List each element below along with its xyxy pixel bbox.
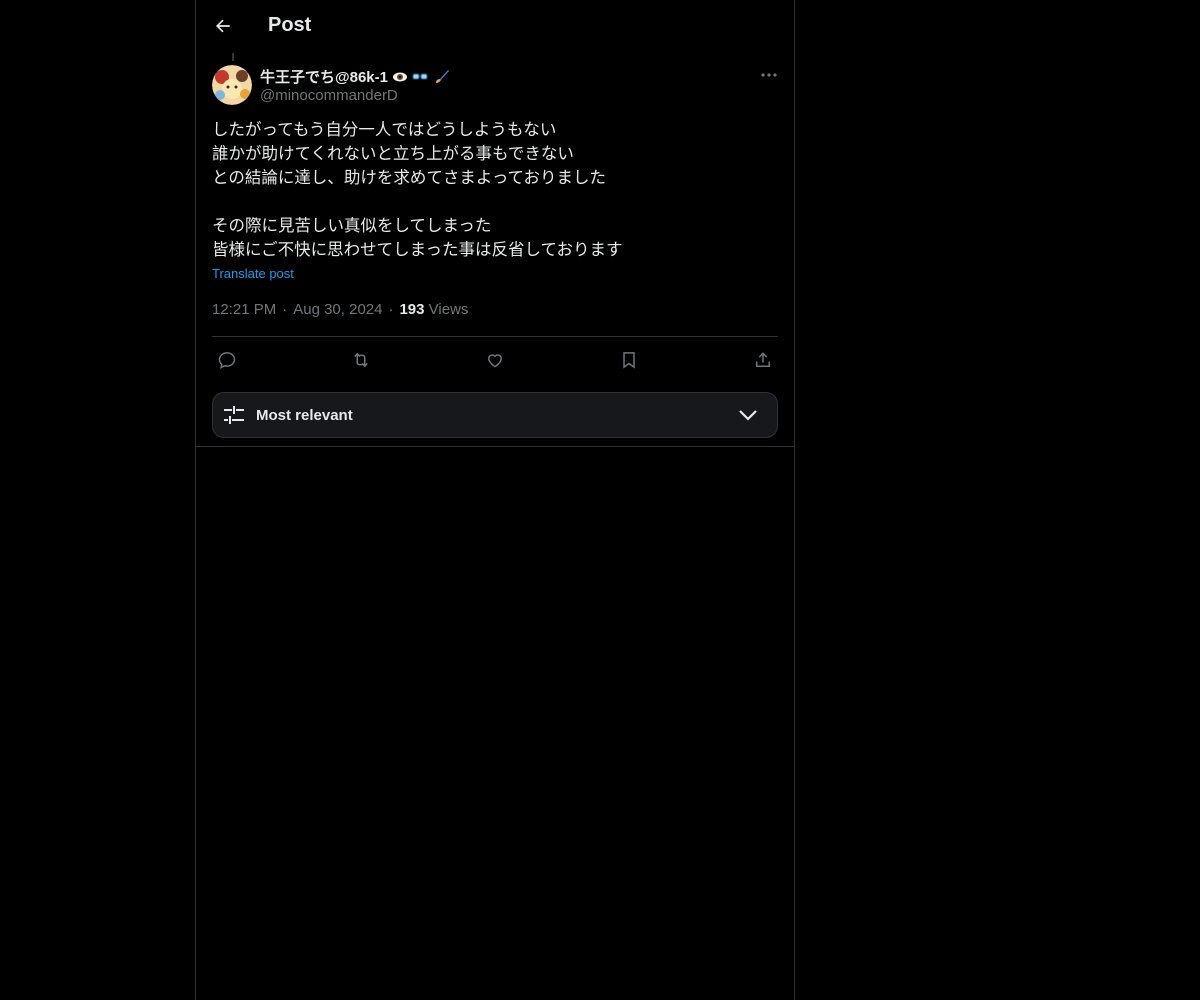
paintbrush-icon bbox=[436, 69, 449, 83]
main-column: Post 牛王子でち@86k-1 @minocommanderD したがってもう… bbox=[195, 0, 795, 1000]
post-text: したがってもう自分一人ではどうしようもない 誰かが助けてくれないと立ち上がる事も… bbox=[212, 121, 623, 259]
reply-icon bbox=[218, 352, 236, 369]
author-name-row[interactable]: 牛王子でち@86k-1 bbox=[260, 66, 450, 87]
divider bbox=[212, 336, 778, 337]
chevron-down-icon bbox=[739, 410, 757, 421]
post-time[interactable]: 12:21 PM bbox=[212, 301, 276, 318]
meta-separator: · bbox=[388, 301, 394, 318]
sort-replies-dropdown[interactable]: Most relevant bbox=[212, 392, 778, 438]
repost-button[interactable] bbox=[346, 345, 376, 375]
translate-post-link[interactable]: Translate post bbox=[212, 266, 294, 281]
page-title: Post bbox=[268, 14, 312, 36]
divider bbox=[196, 446, 794, 447]
meta-separator: · bbox=[282, 301, 288, 318]
display-name[interactable]: 牛王子でち@86k-1 bbox=[260, 66, 388, 87]
views-count: 193 bbox=[399, 301, 425, 318]
thread-line bbox=[232, 53, 234, 61]
eye-icon bbox=[393, 72, 407, 81]
action-bar bbox=[212, 345, 778, 375]
views-label: Views bbox=[428, 301, 469, 318]
like-button[interactable] bbox=[480, 345, 510, 375]
bookmark-icon bbox=[623, 352, 635, 369]
more-options-button[interactable] bbox=[758, 66, 780, 84]
arrow-left-icon bbox=[216, 19, 230, 33]
sliders-icon bbox=[224, 406, 244, 424]
reply-button[interactable] bbox=[212, 345, 242, 375]
post-meta: 12:21 PM · Aug 30, 2024 · 193 Views bbox=[212, 301, 468, 318]
views[interactable]: 193 Views bbox=[399, 301, 468, 318]
share-button[interactable] bbox=[748, 345, 778, 375]
share-icon bbox=[756, 352, 770, 367]
post-date[interactable]: Aug 30, 2024 bbox=[293, 301, 382, 318]
glasses-icon bbox=[412, 73, 428, 79]
sort-label: Most relevant bbox=[256, 407, 353, 424]
bookmark-button[interactable] bbox=[614, 345, 644, 375]
author-handle[interactable]: @minocommanderD bbox=[260, 87, 398, 104]
repost-icon bbox=[354, 352, 368, 368]
avatar[interactable] bbox=[212, 65, 252, 105]
back-button[interactable] bbox=[208, 11, 238, 41]
more-horizontal-icon bbox=[761, 73, 777, 77]
like-icon bbox=[487, 354, 503, 368]
header: Post bbox=[196, 0, 794, 53]
